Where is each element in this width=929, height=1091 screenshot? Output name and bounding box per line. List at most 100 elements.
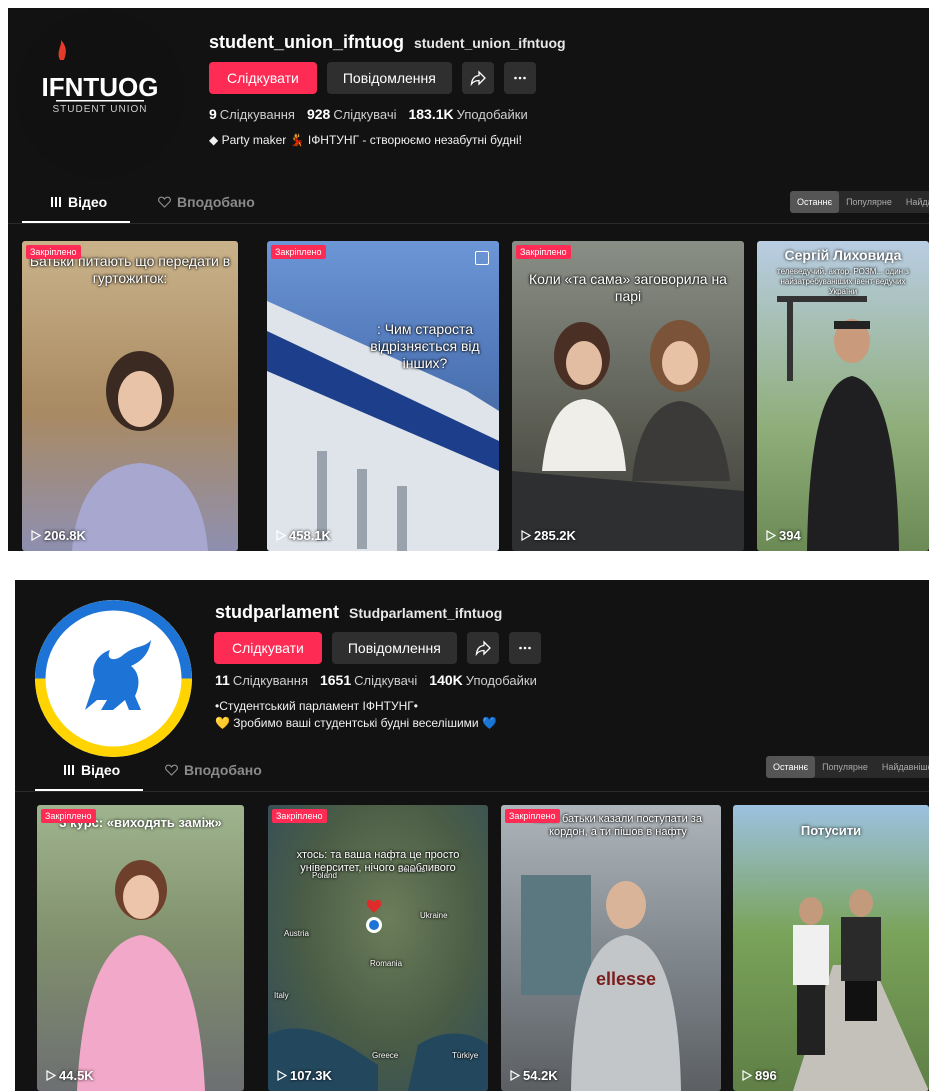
map-label: Ukraine [420,911,448,920]
avatar-logo-subtext: STUDENT UNION [52,104,147,115]
pinned-badge: Закріплено [41,809,96,823]
video-title: Потусити [800,823,862,838]
followers-count[interactable]: 928 Слідкувачі [307,106,397,122]
play-icon [521,530,531,541]
message-button[interactable]: Повідомлення [331,632,457,664]
video-thumbnail [267,301,499,551]
following-count[interactable]: 9 Слідкування [209,106,295,122]
avatar[interactable]: IFNTUOG STUDENT UNION [16,10,184,178]
more-dots-icon [514,76,526,80]
sort-oldest[interactable]: Найдавніше [875,756,929,778]
view-count: 394 [765,528,801,543]
video-thumbnail [793,889,929,1091]
video-caption: хтось: та ваша нафта це просто університ… [296,849,460,874]
video-caption: телеведучий, актор, РОЗМ... один з найза… [777,267,909,296]
bio: •Студентський парламент ІФНТУНГ• 💛 Зроби… [215,698,497,732]
message-button[interactable]: Повідомлення [326,62,452,94]
profile-stats: 9 Слідкування 928 Слідкувачі 183.1K Уподоба… [209,106,528,122]
bio-line: 💛 Зробимо ваші студентські будні веселіш… [215,716,497,730]
pinned-badge: Закріплено [505,809,560,823]
tab-liked[interactable]: Вподобано [158,194,255,210]
video-caption: : Чим староста відрізняється від інших? [370,321,480,371]
grid-icon [51,197,61,207]
map-label: Romania [370,959,403,968]
play-icon [510,1070,520,1081]
share-icon [475,640,491,656]
video-caption: Коли «та сама» заговорила на парі [529,271,727,304]
sort-oldest[interactable]: Найдавніше [899,191,929,213]
map-label: Italy [274,991,289,1000]
name-row: student_union_ifntuog student_union_ifnt… [209,32,566,53]
follow-button[interactable]: Слідкувати [209,62,317,94]
sort-switch: Останнє Популярне Найдавніше [766,756,929,778]
sort-switch: Останнє Популярне Найдавніше [790,191,929,213]
action-buttons: Слідкувати Повідомлення [209,62,536,94]
profile-stats: 11 Слідкування 1651 Слідкувачі 140K Уподоба… [215,672,537,688]
following-count[interactable]: 11 Слідкування [215,672,308,688]
video-card[interactable]: ellesse Коли батьки казали поступати за … [501,805,721,1091]
video-card[interactable]: Батьки питають що передати в гуртожиток:… [22,241,238,551]
share-icon [470,70,486,86]
nickname: student_union_ifntuog [413,35,566,51]
more-button[interactable] [508,632,541,664]
view-count: 107.3K [276,1068,332,1083]
more-button[interactable] [503,62,536,94]
map-label: Türkiye [452,1051,479,1060]
profile-panel-student-union: IFNTUOG STUDENT UNION student_union_ifnt… [8,8,929,551]
share-button[interactable] [461,62,494,94]
sort-popular[interactable]: Популярне [839,191,899,213]
likes-count: 183.1K Уподобайки [408,106,528,122]
video-card[interactable]: Сергій Лиховида телеведучий, актор, РОЗМ… [757,241,929,551]
griffin-logo-icon [35,600,192,757]
view-count: 206.8K [30,528,86,543]
sort-latest[interactable]: Останнє [790,191,840,213]
video-card[interactable]: : Чим староста відрізняється від інших? … [267,241,499,551]
pinned-badge: Закріплено [516,245,571,259]
name-row: studparlament Studparlament_ifntuog [215,602,502,623]
username: student_union_ifntuog [209,32,404,52]
follow-button[interactable]: Слідкувати [214,632,322,664]
grid-icon [64,765,74,775]
play-icon [277,1070,287,1081]
map-label: Poland [312,871,337,880]
pinned-badge: Закріплено [271,245,326,259]
pinned-badge: Закріплено [272,809,327,823]
video-card[interactable]: хтось: та ваша нафта це просто університ… [268,805,488,1091]
action-buttons: Слідкувати Повідомлення [214,632,541,664]
profile-panel-studparlament: studparlament Studparlament_ifntuog Слід… [15,580,929,1091]
heart-outline-icon [165,764,178,776]
avatar-logo-text: IFNTUOG [42,72,159,102]
tab-liked-label: Вподобано [184,762,262,778]
avatar[interactable] [35,600,192,757]
tab-videos[interactable]: Відео [50,194,107,210]
bio-line: •Студентський парламент ІФНТУНГ• [215,699,418,713]
sort-latest[interactable]: Останнє [766,756,816,778]
bio-line: ◆ Party maker 💃 ІФНТУНГ - створюємо неза… [209,133,523,147]
pinned-badge: Закріплено [26,245,81,259]
map-label: Greece [372,1051,399,1060]
video-card[interactable]: Коли «та сама» заговорила на парі Закріп… [512,241,744,551]
tab-divider [8,223,929,224]
video-card[interactable]: 3 курс: «виходять заміж» Закріплено 44.5… [37,805,244,1091]
play-icon [276,530,286,541]
view-count: 44.5K [45,1068,94,1083]
tab-liked[interactable]: Вподобано [165,762,262,778]
video-card[interactable]: Потусити 896 [733,805,929,1091]
followers-count[interactable]: 1651 Слідкувачі [320,672,417,688]
username: studparlament [215,602,340,622]
video-thumbnail [77,860,205,1091]
play-icon [46,1070,56,1081]
photo-mode-icon [475,251,489,265]
sort-popular[interactable]: Популярне [815,756,875,778]
heart-outline-icon [158,196,171,208]
view-count: 896 [741,1068,777,1083]
tab-divider [15,791,929,792]
tab-videos[interactable]: Відео [63,762,120,778]
tab-videos-label: Відео [68,194,108,210]
tab-liked-label: Вподобано [177,194,255,210]
video-title: Сергій Лиховида [784,247,902,263]
play-icon [742,1070,752,1081]
share-button[interactable] [466,632,499,664]
bio: ◆ Party maker 💃 ІФНТУНГ - створюємо неза… [209,132,522,149]
view-count: 285.2K [520,528,576,543]
